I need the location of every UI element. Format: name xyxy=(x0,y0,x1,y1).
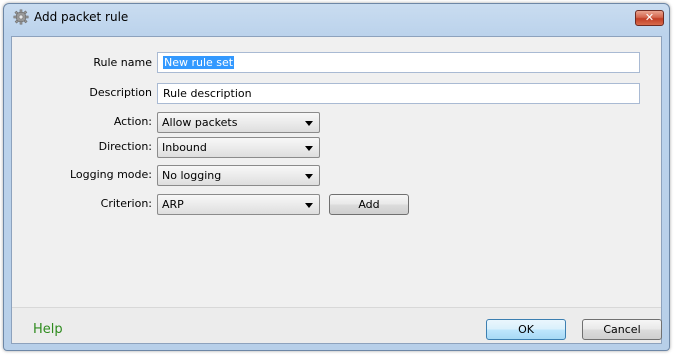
action-label: Action: xyxy=(113,115,152,128)
form-area: Rule name New rule set Description Rule … xyxy=(12,37,661,307)
rule-name-value: New rule set xyxy=(163,56,235,69)
dialog-window: Add packet rule ✕ Rule name New rule set… xyxy=(3,3,670,351)
window-title: Add packet rule xyxy=(34,10,129,24)
chevron-down-icon xyxy=(305,121,313,126)
description-label: Description xyxy=(89,86,152,99)
description-value: Rule description xyxy=(163,87,252,100)
direction-value: Inbound xyxy=(162,141,207,154)
chevron-down-icon xyxy=(305,174,313,179)
logging-mode-value: No logging xyxy=(162,169,222,182)
logging-mode-label: Logging mode: xyxy=(69,168,152,181)
logging-mode-select[interactable]: No logging xyxy=(157,165,320,186)
help-link[interactable]: Help xyxy=(33,322,63,337)
ok-button[interactable]: OK xyxy=(486,319,566,340)
close-icon: ✕ xyxy=(644,11,655,24)
direction-label: Direction: xyxy=(98,140,152,153)
action-value: Allow packets xyxy=(162,116,238,129)
dialog-body: Rule name New rule set Description Rule … xyxy=(11,36,662,344)
criterion-value: ARP xyxy=(162,198,184,211)
direction-select[interactable]: Inbound xyxy=(157,137,320,158)
dialog-footer: Help OK Cancel xyxy=(12,307,662,343)
chevron-down-icon xyxy=(305,203,313,208)
close-button[interactable]: ✕ xyxy=(635,10,664,26)
criterion-select[interactable]: ARP xyxy=(157,194,320,215)
rule-name-input[interactable]: New rule set xyxy=(157,52,640,73)
rule-name-label: Rule name xyxy=(93,56,152,69)
chevron-down-icon xyxy=(305,146,313,151)
add-criterion-button[interactable]: Add xyxy=(329,194,409,215)
action-select[interactable]: Allow packets xyxy=(157,112,320,133)
criterion-label: Criterion: xyxy=(100,197,152,210)
title-bar[interactable]: Add packet rule ✕ xyxy=(4,4,669,30)
cancel-button[interactable]: Cancel xyxy=(582,319,662,340)
description-input[interactable]: Rule description xyxy=(157,83,640,104)
gear-icon xyxy=(13,9,29,25)
